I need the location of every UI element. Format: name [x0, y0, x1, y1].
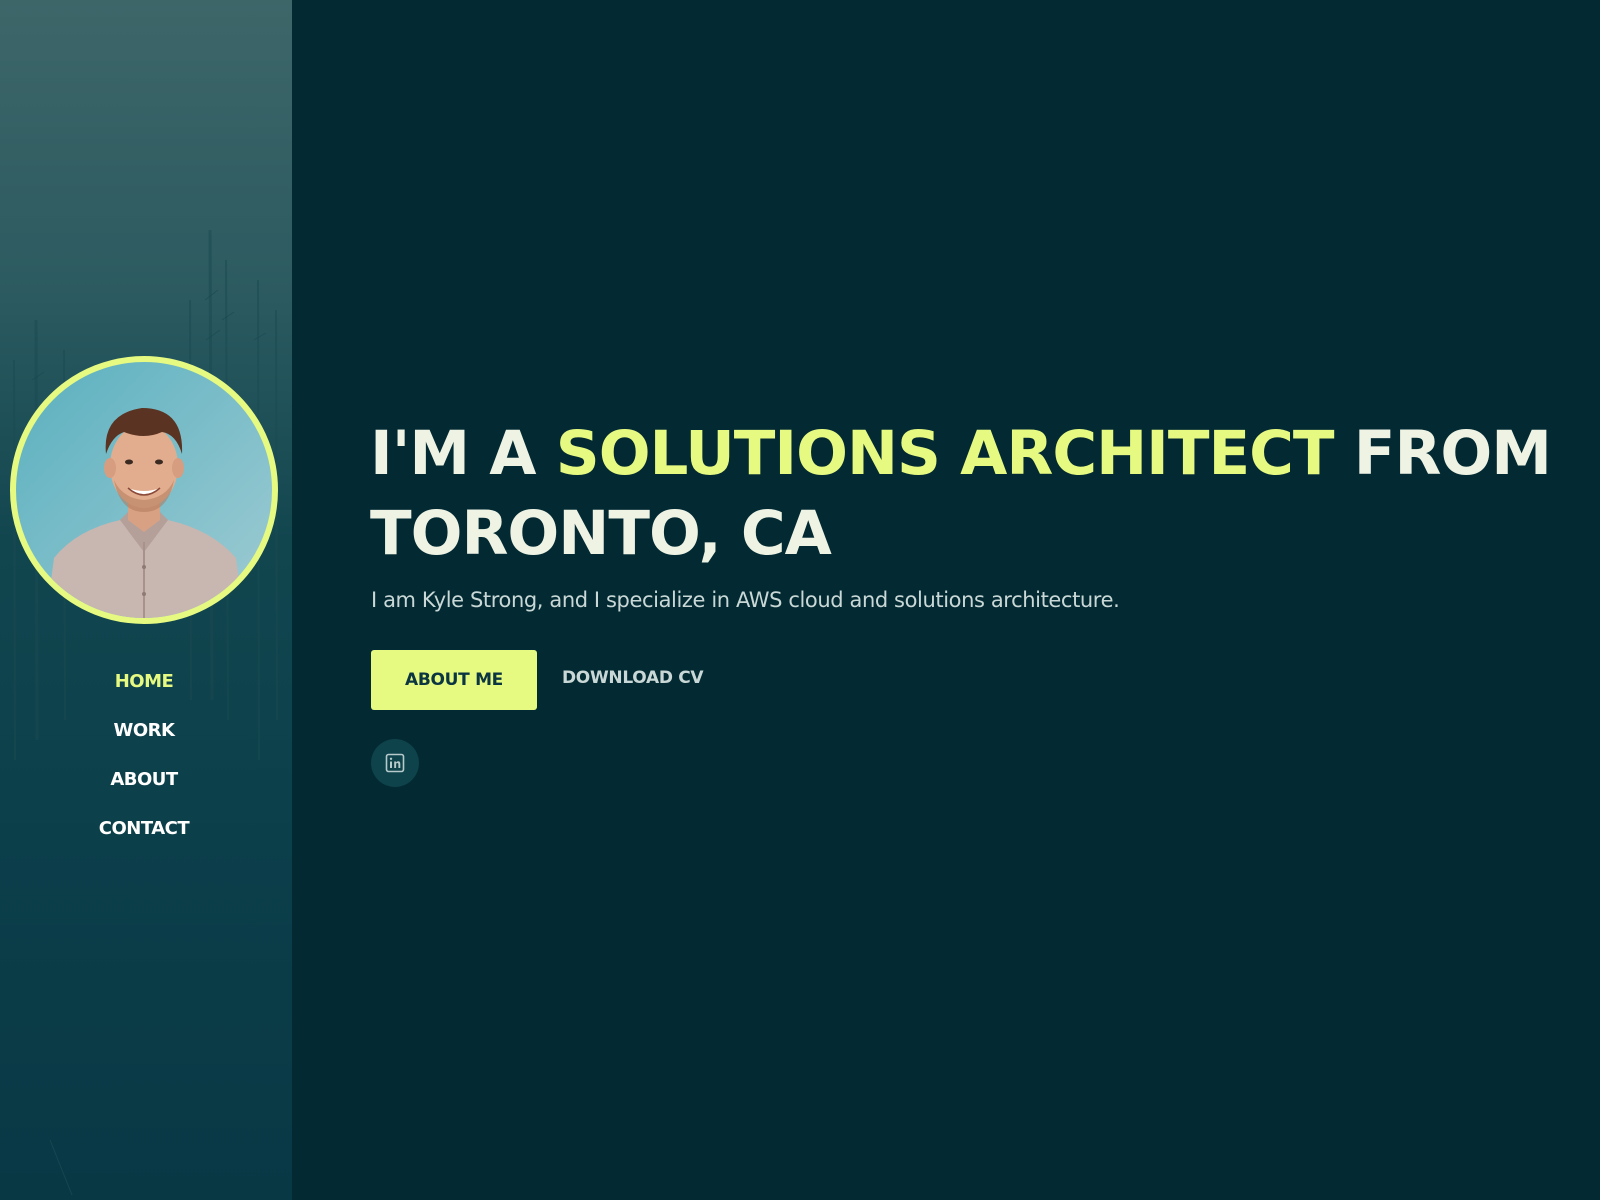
hero-section: I'M A SOLUTIONS ARCHITECT FROM TORONTO, …	[292, 0, 1600, 1200]
nav-item-about[interactable]: ABOUT	[110, 758, 178, 807]
download-cv-link[interactable]: DOWNLOAD CV	[562, 664, 704, 692]
hero-headline: I'M A SOLUTIONS ARCHITECT FROM TORONTO, …	[370, 414, 1580, 574]
main-nav: HOME WORK ABOUT CONTACT	[0, 660, 288, 856]
profile-photo	[46, 408, 244, 618]
page: HOME WORK ABOUT CONTACT I'M A SOLUTIONS …	[0, 0, 1600, 1200]
nav-item-work[interactable]: WORK	[114, 709, 175, 758]
linkedin-button[interactable]	[371, 739, 419, 787]
headline-prefix: I'M A	[370, 418, 556, 489]
profile-avatar	[10, 356, 278, 624]
nav-item-contact[interactable]: CONTACT	[99, 807, 190, 856]
about-me-button[interactable]: ABOUT ME	[371, 650, 537, 710]
headline-highlight: SOLUTIONS ARCHITECT	[555, 418, 1335, 489]
nav-item-home[interactable]: HOME	[115, 660, 174, 709]
hero-tagline: I am Kyle Strong, and I specialize in AW…	[371, 588, 1120, 612]
linkedin-icon	[385, 753, 405, 773]
sidebar: HOME WORK ABOUT CONTACT	[0, 0, 292, 1200]
